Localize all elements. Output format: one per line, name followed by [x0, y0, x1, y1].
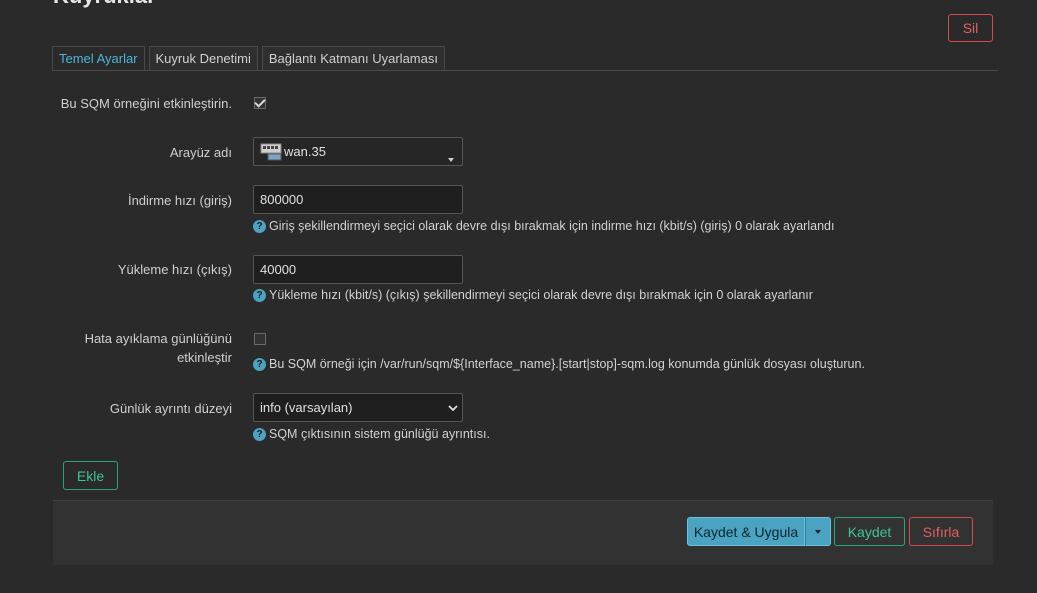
reset-button[interactable]: Sıfırla: [909, 517, 973, 546]
chevron-down-icon: [815, 529, 821, 534]
tabs-divider: [52, 70, 998, 71]
enable-label: Bu SQM örneğini etkinleştirin.: [60, 96, 232, 111]
interface-select[interactable]: wan.35: [253, 137, 463, 166]
debug-label: Hata ayıklama günlüğünü etkinleştir: [84, 331, 232, 365]
page-title: Kuyruklar: [53, 0, 156, 9]
interface-value: wan.35: [284, 144, 326, 159]
log-level-help: ? SQM çıktısının sistem günlüğü ayrıntıs…: [253, 427, 490, 441]
debug-help: ? Bu SQM örneği için /var/run/sqm/${Inte…: [253, 357, 865, 371]
upload-input[interactable]: 40000: [253, 255, 463, 284]
download-input[interactable]: 800000: [253, 185, 463, 214]
help-icon: ?: [253, 357, 266, 371]
check-icon: [254, 96, 266, 108]
help-icon: ?: [253, 427, 266, 441]
interface-label: Arayüz adı: [169, 145, 232, 160]
save-apply-button[interactable]: Kaydet & Uygula: [687, 517, 805, 546]
log-level-value: info (varsayılan): [260, 400, 353, 415]
enable-checkbox[interactable]: [254, 96, 266, 109]
delete-button[interactable]: Sil: [948, 14, 993, 42]
network-port-icon: [260, 143, 282, 160]
chevron-down-icon: [448, 150, 454, 165]
tab-bar: Temel Ayarlar Kuyruk Denetimi Bağlantı K…: [52, 46, 449, 70]
upload-help: ? Yükleme hızı (kbit/s) (çıkış) şekillen…: [253, 288, 813, 302]
tab-basic-settings[interactable]: Temel Ayarlar: [52, 46, 145, 70]
tab-queue-discipline[interactable]: Kuyruk Denetimi: [148, 46, 258, 70]
debug-checkbox[interactable]: [254, 333, 266, 345]
help-icon: ?: [253, 288, 266, 302]
download-label: İndirme hızı (giriş): [127, 193, 232, 208]
save-apply-dropdown-button[interactable]: [805, 517, 831, 546]
log-level-label: Günlük ayrıntı düzeyi: [109, 401, 232, 416]
help-icon: ?: [253, 219, 266, 233]
save-button[interactable]: Kaydet: [834, 517, 905, 546]
log-level-select[interactable]: info (varsayılan): [253, 393, 463, 422]
tab-link-layer-adaptation[interactable]: Bağlantı Katmanı Uyarlaması: [261, 46, 445, 70]
chevron-down-icon: [448, 405, 458, 412]
download-help: ? Giriş şekillendirmeyi seçici olarak de…: [253, 219, 834, 233]
add-button[interactable]: Ekle: [63, 461, 118, 490]
upload-label: Yükleme hızı (çıkış): [117, 262, 232, 277]
